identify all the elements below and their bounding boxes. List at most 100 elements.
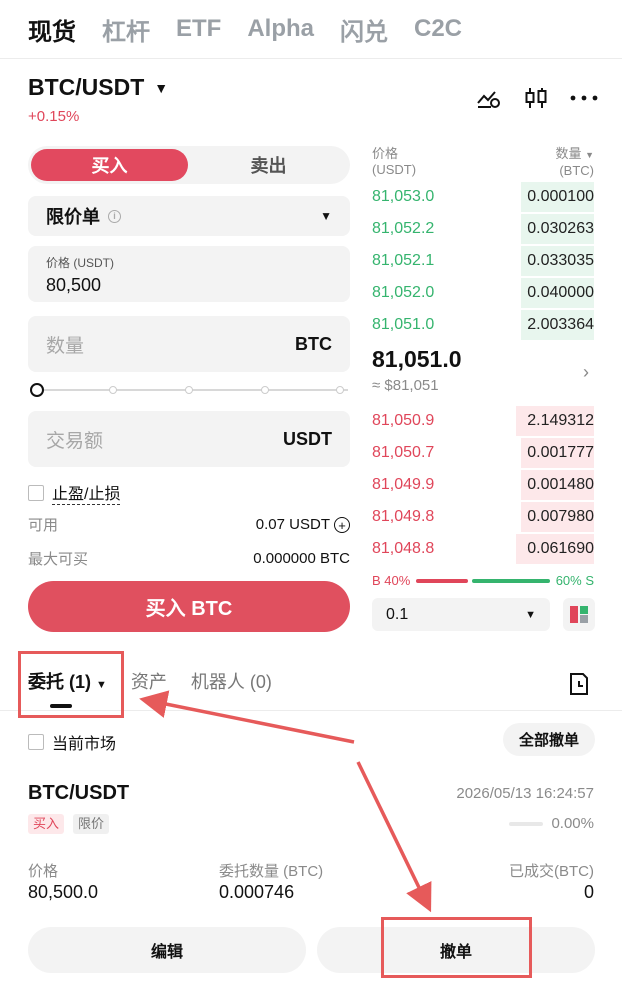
ob-price-header: 价格: [372, 146, 399, 161]
amount-input[interactable]: 交易额 USDT: [28, 411, 350, 467]
sell-tab[interactable]: 卖出: [190, 149, 347, 181]
max-buy-value: 0.000000 BTC: [253, 550, 350, 567]
buy-sell-ratio: B 40% 60% S: [372, 573, 594, 589]
current-market-filter[interactable]: 当前市场: [28, 730, 116, 754]
bid-row[interactable]: 81,049.9 0.001480: [372, 470, 594, 500]
chart-toggle-icon[interactable]: [476, 87, 502, 109]
order-history-icon[interactable]: [568, 672, 590, 701]
order-qty-label: 委托数量 (BTC): [219, 863, 324, 880]
tab-c2c[interactable]: C2C: [414, 15, 462, 43]
caret-down-icon: ▼: [320, 209, 332, 223]
available-label: 可用: [28, 517, 59, 534]
order-side-tag: 买入: [28, 814, 65, 834]
arrow-to-open-orders: [139, 690, 355, 744]
info-icon[interactable]: i: [108, 209, 121, 223]
current-market-checkbox[interactable]: [28, 734, 44, 750]
ob-qty-unit: (BTC): [559, 163, 594, 178]
depth-precision-select[interactable]: 0.1 ▼: [372, 598, 550, 631]
chevron-right-icon[interactable]: ›: [583, 362, 589, 383]
slider-stop-75[interactable]: [261, 386, 269, 394]
bid-quantity: 0.061690: [527, 540, 594, 557]
order-filled-value: 0: [583, 882, 594, 902]
last-price: 81,051.0: [372, 346, 462, 372]
ask-quantity: 0.040000: [527, 284, 594, 301]
tpsl-checkbox[interactable]: [28, 484, 44, 501]
order-time: 2026/05/13 16:24:57: [456, 785, 594, 802]
layout-icon: [570, 606, 588, 623]
available-value: 0.07 USDT: [255, 515, 330, 533]
ask-row[interactable]: 81,053.0 0.000100: [372, 182, 594, 212]
tab-alpha[interactable]: Alpha: [247, 15, 314, 43]
bid-quantity: 0.001480: [527, 476, 594, 493]
order-type-select[interactable]: 限价单 i ▼: [28, 196, 350, 236]
more-icon[interactable]: [570, 95, 598, 101]
tab-assets[interactable]: 资产: [131, 668, 167, 694]
pair-selector[interactable]: BTC/USDT ▼: [28, 74, 168, 101]
tab-spot[interactable]: 现货: [28, 12, 76, 47]
price-input[interactable]: 价格 (USDT) 80,500: [28, 246, 350, 302]
ask-row[interactable]: 81,052.2 0.030263: [372, 214, 594, 244]
bid-quantity: 0.007980: [527, 508, 594, 525]
bid-row[interactable]: 81,048.8 0.061690: [372, 534, 594, 564]
quantity-input[interactable]: 数量 BTC: [28, 316, 350, 372]
ask-row[interactable]: 81,052.0 0.040000: [372, 278, 594, 308]
slider-handle[interactable]: [30, 383, 44, 397]
tab-margin[interactable]: 杠杆: [102, 12, 150, 47]
bid-row[interactable]: 81,049.8 0.007980: [372, 502, 594, 532]
ask-quantity: 0.033035: [527, 252, 594, 269]
percent-slider[interactable]: [30, 382, 350, 398]
bid-quantity: 2.149312: [527, 412, 594, 429]
ask-row[interactable]: 81,051.0 2.003364: [372, 310, 594, 340]
order-qty-value: 0.000746: [219, 882, 295, 902]
bid-row[interactable]: 81,050.7 0.001777: [372, 438, 594, 468]
ask-row[interactable]: 81,052.1 0.033035: [372, 246, 594, 276]
sell-ratio-label: 60% S: [555, 573, 594, 588]
tab-convert[interactable]: 闪兑: [340, 12, 388, 47]
header-actions: [476, 86, 598, 110]
fill-percent: 0.00%: [551, 815, 594, 832]
buy-tab[interactable]: 买入: [31, 149, 188, 181]
quantity-unit: BTC: [295, 333, 332, 354]
sell-ratio-bar: [471, 579, 550, 583]
bid-price: 81,050.7: [372, 444, 435, 461]
ask-quantity: 0.000100: [527, 188, 594, 205]
price-change: +0.15%: [28, 108, 80, 125]
amount-placeholder: 交易额: [46, 430, 104, 452]
ob-qty-header: 数量: [555, 146, 582, 161]
buy-ratio-bar: [416, 579, 468, 583]
order-type-label: 限价单: [46, 207, 100, 227]
fill-progress-bar: [509, 821, 544, 826]
ask-price: 81,053.0: [372, 188, 435, 205]
slider-track: [38, 389, 348, 391]
ob-price-unit: (USDT): [372, 162, 417, 177]
depth-value: 0.1: [386, 605, 409, 623]
orderbook-layout-button[interactable]: [563, 598, 595, 631]
bid-price: 81,049.9: [372, 476, 435, 493]
tab-bots[interactable]: 机器人 (0): [191, 668, 272, 694]
side-toggle: 买入 卖出: [28, 146, 350, 184]
order-price-value: 80,500.0: [28, 882, 99, 902]
slider-stop-25[interactable]: [109, 386, 117, 394]
slider-stop-100[interactable]: [336, 386, 344, 394]
market-type-tabs: 现货 杠杆 ETF Alpha 闪兑 C2C: [28, 12, 488, 46]
cancel-all-button[interactable]: 全部撤单: [503, 723, 595, 756]
buy-btc-button[interactable]: 买入 BTC: [28, 581, 350, 632]
tab-etf[interactable]: ETF: [176, 15, 221, 43]
order-price-label: 价格: [28, 863, 59, 880]
add-funds-icon[interactable]: +: [334, 517, 350, 534]
caret-down-icon: ▼: [154, 79, 169, 96]
max-buy-row: 最大可买 0.000000 BTC: [28, 548, 350, 569]
order-pair: BTC/USDT: [28, 782, 130, 804]
bid-quantity: 0.001777: [527, 444, 594, 461]
price-input-value: 80,500: [46, 275, 102, 295]
ask-price: 81,052.1: [372, 252, 435, 269]
caret-down-icon[interactable]: ▼: [585, 150, 594, 160]
tpsl-label: 止盈/止损: [52, 480, 121, 505]
candlestick-icon[interactable]: [524, 86, 548, 110]
order-fill-progress: 0.00%: [509, 815, 594, 832]
edit-order-button[interactable]: 编辑: [28, 927, 306, 973]
slider-stop-50[interactable]: [185, 386, 193, 394]
tpsl-option[interactable]: 止盈/止损: [28, 480, 121, 505]
cancel-order-highlight: [381, 917, 532, 978]
bid-row[interactable]: 81,050.9 2.149312: [372, 406, 594, 436]
